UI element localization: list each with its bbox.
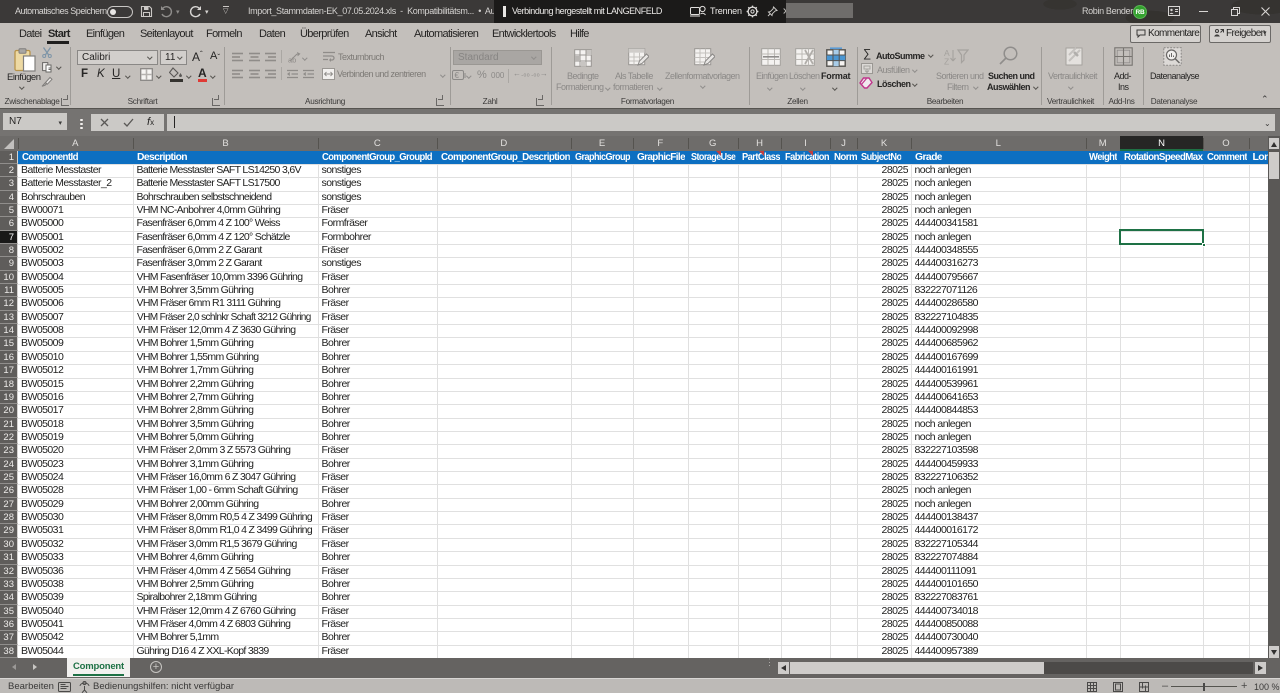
svg-text:ab: ab xyxy=(288,56,296,64)
svg-text:€: € xyxy=(455,71,460,80)
svg-text:Z: Z xyxy=(944,57,949,66)
